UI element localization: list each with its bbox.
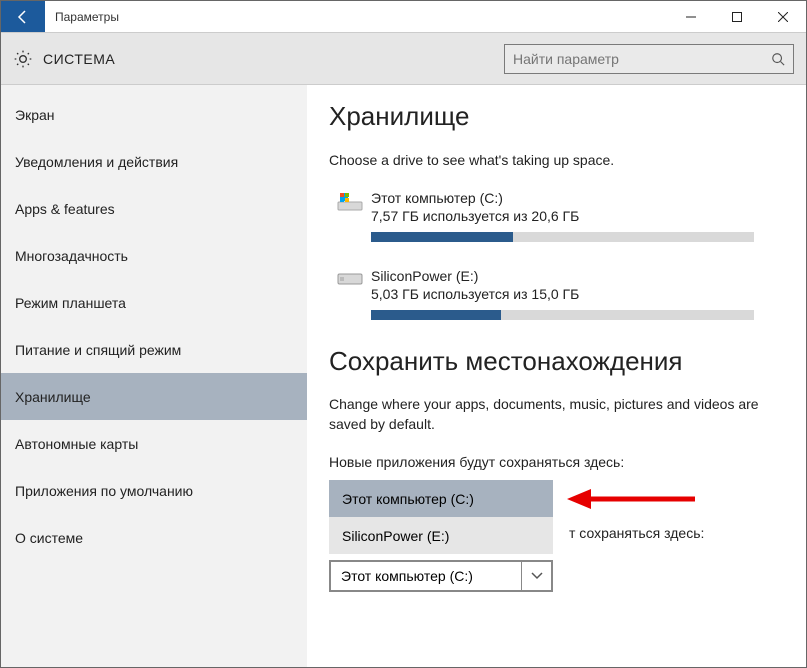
- drive-info: Этот компьютер (C:) 7,57 ГБ используется…: [371, 190, 784, 242]
- chevron-down-icon: [531, 572, 543, 580]
- sidebar-item-power-sleep[interactable]: Питание и спящий режим: [1, 326, 307, 373]
- docs-save-combobox[interactable]: Этот компьютер (C:): [329, 560, 553, 592]
- sidebar-item-label: Многозадачность: [15, 248, 128, 264]
- content-body: Экран Уведомления и действия Apps & feat…: [1, 85, 806, 667]
- sidebar-item-label: Приложения по умолчанию: [15, 483, 193, 499]
- sidebar-item-default-apps[interactable]: Приложения по умолчанию: [1, 467, 307, 514]
- usage-bar-fill: [371, 232, 513, 242]
- usage-bar: [371, 232, 754, 242]
- back-button[interactable]: [1, 1, 45, 32]
- titlebar: Параметры: [1, 1, 806, 33]
- minimize-icon: [686, 12, 696, 22]
- close-icon: [778, 12, 788, 22]
- sidebar-item-about[interactable]: О системе: [1, 514, 307, 561]
- sidebar-item-label: О системе: [15, 530, 83, 546]
- sidebar-item-notifications[interactable]: Уведомления и действия: [1, 138, 307, 185]
- header-bar: СИСТЕМА: [1, 33, 806, 85]
- dropdown-option-label: SiliconPower (E:): [342, 528, 449, 544]
- drive-info: SiliconPower (E:) 5,03 ГБ используется и…: [371, 268, 784, 320]
- window-title: Параметры: [45, 1, 668, 32]
- drive-usage: 5,03 ГБ используется из 15,0 ГБ: [371, 286, 754, 302]
- arrow-left-icon: [15, 9, 31, 25]
- sidebar-item-label: Режим планшета: [15, 295, 126, 311]
- minimize-button[interactable]: [668, 1, 714, 32]
- maximize-icon: [732, 12, 742, 22]
- sidebar-item-label: Уведомления и действия: [15, 154, 178, 170]
- docs-save-label-fragment: т сохраняться здесь:: [569, 525, 704, 541]
- drive-icon-system: [329, 190, 371, 242]
- sidebar-item-apps-features[interactable]: Apps & features: [1, 185, 307, 232]
- usage-bar-fill: [371, 310, 501, 320]
- combobox-value: Этот компьютер (C:): [331, 568, 521, 584]
- sidebar: Экран Уведомления и действия Apps & feat…: [1, 85, 307, 667]
- page-title: Хранилище: [329, 101, 784, 132]
- drive-name: Этот компьютер (C:): [371, 190, 754, 206]
- gear-icon: [13, 49, 33, 69]
- sidebar-item-storage[interactable]: Хранилище: [1, 373, 307, 420]
- page-subtitle: Choose a drive to see what's taking up s…: [329, 152, 784, 168]
- maximize-button[interactable]: [714, 1, 760, 32]
- sidebar-item-label: Автономные карты: [15, 436, 138, 452]
- combobox-arrow[interactable]: [521, 562, 551, 590]
- sidebar-item-tablet-mode[interactable]: Режим планшета: [1, 279, 307, 326]
- drive-row[interactable]: SiliconPower (E:) 5,03 ГБ используется и…: [329, 268, 784, 320]
- drive-icon-external: [329, 268, 371, 320]
- search-input[interactable]: [513, 51, 771, 67]
- section-title: СИСТЕМА: [43, 51, 504, 67]
- search-box[interactable]: [504, 44, 794, 74]
- usage-bar: [371, 310, 754, 320]
- dropdown-option-selected[interactable]: Этот компьютер (C:): [329, 480, 553, 517]
- apps-save-label: Новые приложения будут сохраняться здесь…: [329, 454, 784, 470]
- drive-name: SiliconPower (E:): [371, 268, 754, 284]
- search-icon: [771, 52, 785, 66]
- main-panel: Хранилище Choose a drive to see what's t…: [307, 85, 806, 667]
- dropdown-option-label: Этот компьютер (C:): [342, 491, 474, 507]
- close-button[interactable]: [760, 1, 806, 32]
- annotation-arrow-icon: [567, 486, 697, 512]
- dropdown-option[interactable]: SiliconPower (E:): [329, 517, 553, 554]
- save-locations-title: Сохранить местонахождения: [329, 346, 784, 377]
- sidebar-item-display[interactable]: Экран: [1, 91, 307, 138]
- drive-usage: 7,57 ГБ используется из 20,6 ГБ: [371, 208, 754, 224]
- drive-row[interactable]: Этот компьютер (C:) 7,57 ГБ используется…: [329, 190, 784, 242]
- sidebar-item-label: Apps & features: [15, 201, 115, 217]
- window-controls: [668, 1, 806, 32]
- sidebar-item-multitasking[interactable]: Многозадачность: [1, 232, 307, 279]
- sidebar-item-label: Хранилище: [15, 389, 91, 405]
- apps-save-dropdown[interactable]: Этот компьютер (C:) SiliconPower (E:) т …: [329, 480, 553, 554]
- save-locations-description: Change where your apps, documents, music…: [329, 395, 784, 434]
- sidebar-item-label: Питание и спящий режим: [15, 342, 181, 358]
- sidebar-item-label: Экран: [15, 107, 55, 123]
- sidebar-item-offline-maps[interactable]: Автономные карты: [1, 420, 307, 467]
